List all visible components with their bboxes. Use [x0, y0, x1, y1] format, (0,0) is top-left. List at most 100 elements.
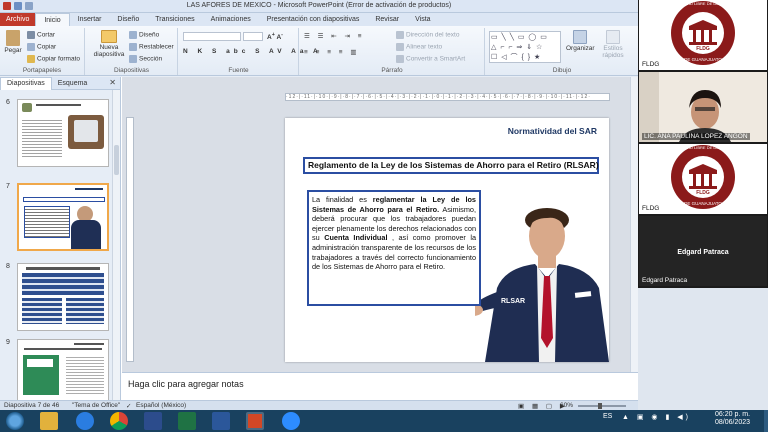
excel-icon[interactable]	[178, 412, 196, 430]
participant-tile[interactable]: FACULTAD LIBRE DE DERECHO DE GUANAJUATO …	[639, 144, 767, 214]
panel-tabs: Diapositivas Esquema ✕	[0, 76, 120, 90]
tab-inicio[interactable]: Inicio	[35, 13, 70, 26]
reset-icon	[129, 43, 137, 51]
font-family-select[interactable]	[183, 32, 241, 41]
slides-panel: Diapositivas Esquema ✕ 6 7 8 9	[0, 76, 121, 407]
thumbnail-image	[17, 339, 109, 407]
tab-outline[interactable]: Esquema	[52, 80, 94, 87]
layout-button[interactable]: Diseño	[129, 31, 159, 39]
tab-vista[interactable]: Vista	[407, 13, 438, 26]
section-button[interactable]: Sección	[129, 55, 162, 63]
smartart-icon	[396, 55, 404, 63]
participant-name: FLDG	[642, 61, 660, 68]
internet-explorer-icon[interactable]	[76, 412, 94, 430]
slide-body-textbox[interactable]: La finalidad es reglamentar la Ley de lo…	[307, 190, 481, 306]
clock[interactable]: 06:20 p. m. 08/06/2023	[715, 411, 750, 427]
title-bar: LAS AFORES DE MEXICO - Microsoft PowerPo…	[0, 0, 638, 13]
participant-tile[interactable]: LIC. ANA PAULINA LOPEZ ANGON	[639, 72, 767, 142]
shapes-gallery[interactable]: ▭ ╲ ╲ ▭ ◯ ▭ △ ⌐ ⌐ ⇒ ⇓ ☆ ☐ ◁ ⌒ { } ★	[489, 31, 561, 63]
group-label-paragraph: Párrafo	[381, 67, 403, 74]
panel-scrollbar[interactable]	[112, 90, 120, 400]
text-direction-button[interactable]: Dirección del texto	[396, 31, 459, 39]
copy-icon	[27, 43, 35, 51]
panel-background	[638, 288, 768, 410]
arrange-icon	[573, 30, 587, 44]
grow-font-button[interactable]: A+ A-	[267, 32, 283, 41]
tab-archivo[interactable]: Archivo	[0, 13, 36, 26]
new-slide-button[interactable]: Nueva diapositiva	[92, 30, 126, 58]
quick-styles-label-2: rápidos	[602, 52, 624, 59]
quick-styles-icon	[606, 30, 620, 44]
tab-animaciones[interactable]: Animaciones	[203, 13, 259, 26]
new-slide-icon	[101, 30, 117, 43]
word-icon[interactable]	[212, 412, 230, 430]
group-clipboard: Pegar Cortar Copiar Copiar formato Porta…	[0, 28, 85, 75]
new-slide-label-2: diapositiva	[93, 51, 125, 58]
list-buttons[interactable]: ☰ ☰ ⇤ ⇥ ≡	[304, 32, 365, 40]
smartart-label: Convertir a SmartArt	[406, 55, 466, 63]
thumbnail-image	[17, 183, 109, 251]
text-direction-icon	[396, 31, 404, 39]
tray-icons[interactable]: ▲ ▣ ◉ ▮ ◀)	[622, 413, 691, 421]
tab-diseno[interactable]: Diseño	[109, 13, 147, 26]
suit-label: RLSAR	[501, 298, 526, 305]
tab-slides[interactable]: Diapositivas	[0, 76, 52, 90]
zoom-slider-thumb[interactable]	[598, 403, 602, 409]
current-slide[interactable]: Normatividad del SAR Reglamento de la Le…	[285, 118, 609, 362]
clock-time: 06:20 p. m.	[715, 411, 751, 418]
body-text-1: La finalidad es	[312, 195, 373, 204]
logo-text-center: FLDG	[696, 46, 710, 52]
layout-label: Diseño	[139, 31, 160, 39]
paste-label: Pegar	[4, 47, 22, 54]
participant-tile[interactable]: Edgard Patraca Edgard Patraca	[639, 216, 767, 286]
align-text-button[interactable]: Alinear texto	[396, 43, 442, 51]
notes-pane[interactable]: Haga clic para agregar notas	[122, 372, 638, 400]
participant-tile[interactable]: FACULTAD LIBRE DE DERECHO DE GUANAJUATO …	[639, 0, 767, 70]
group-label-clipboard: Portapapeles	[22, 67, 62, 74]
zoom-icon[interactable]	[282, 412, 300, 430]
body-text-bold-2: Cuenta Individual	[324, 233, 388, 243]
group-label-drawing: Dibujo	[552, 67, 572, 74]
horizontal-ruler: ·12·|·11·|·10·|·9·|·8·|·7·|·6·|·5·|·4·|·…	[285, 93, 610, 101]
powerpoint-taskbar-button[interactable]	[246, 412, 264, 430]
smartart-button[interactable]: Convertir a SmartArt	[396, 55, 465, 63]
align-buttons[interactable]: ≡ ≡ ≡ ≡ ▥	[304, 48, 360, 56]
zoom-slider[interactable]	[578, 403, 626, 409]
spellcheck-icon[interactable]: ✓	[126, 402, 131, 410]
language[interactable]: Español (México)	[136, 402, 186, 409]
quick-styles-button[interactable]: Estilos rápidos	[598, 30, 628, 59]
tab-presentacion[interactable]: Presentación con diapositivas	[259, 13, 368, 26]
reset-button[interactable]: Restablecer	[129, 43, 174, 51]
tab-revisar[interactable]: Revisar	[367, 13, 407, 26]
start-button-icon[interactable]	[6, 412, 24, 430]
reset-label: Restablecer	[139, 43, 174, 51]
paste-button[interactable]: Pegar	[4, 30, 22, 54]
editor-scrollbar[interactable]	[630, 77, 638, 372]
language-indicator[interactable]: ES	[603, 413, 612, 420]
zoom-level[interactable]: 60%	[560, 402, 573, 409]
scroll-thumb[interactable]	[114, 145, 119, 175]
logo-text-top: FACULTAD LIBRE DE DERECHO	[672, 1, 734, 6]
show-desktop-button[interactable]	[764, 410, 768, 432]
chrome-icon[interactable]	[110, 412, 128, 430]
slide-title[interactable]: Reglamento de la Ley de los Sistemas de …	[303, 157, 599, 174]
paste-icon	[6, 30, 20, 46]
align-text-icon	[396, 43, 404, 51]
media-player-icon[interactable]	[144, 412, 162, 430]
theme-name: "Tema de Office"	[72, 402, 121, 409]
file-explorer-icon[interactable]	[40, 412, 58, 430]
tab-insertar[interactable]: Insertar	[70, 13, 110, 26]
format-painter-button[interactable]: Copiar formato	[27, 55, 80, 63]
copy-button[interactable]: Copiar	[27, 43, 56, 51]
text-direction-label: Dirección del texto	[406, 31, 460, 39]
tab-transiciones[interactable]: Transiciones	[147, 13, 202, 26]
cut-button[interactable]: Cortar	[27, 31, 55, 39]
font-size-select[interactable]	[243, 32, 263, 41]
group-font: A+ A- N K S abc S AV Aa A Fuente	[179, 28, 318, 75]
status-bar: Diapositiva 7 de 46 "Tema de Office" ✓ E…	[0, 400, 638, 410]
slide-number: 6	[6, 99, 10, 106]
arrange-button[interactable]: Organizar	[566, 30, 595, 52]
vertical-ruler	[126, 117, 134, 362]
clock-date: 08/06/2023	[715, 419, 751, 426]
close-icon[interactable]: ✕	[109, 78, 116, 87]
